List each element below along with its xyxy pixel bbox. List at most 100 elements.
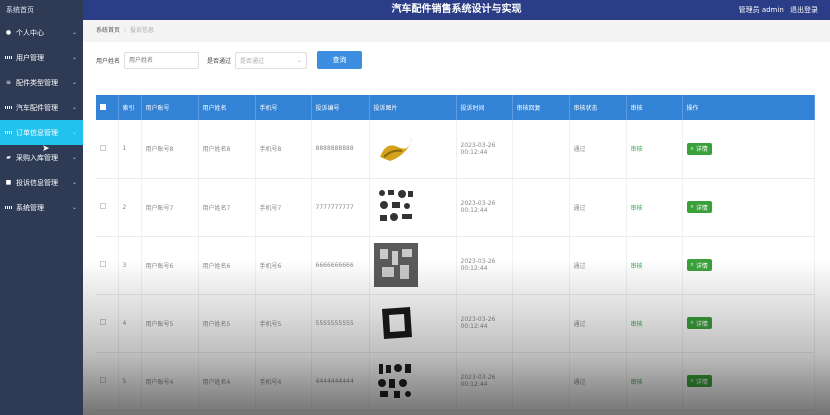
detail-button-label: 详情 <box>695 320 708 328</box>
audit-link[interactable]: 审核 <box>631 379 643 386</box>
column-header[interactable]: 审核状态 <box>569 95 627 120</box>
logout-link[interactable]: 退出登录 <box>790 6 818 14</box>
column-header[interactable]: 投诉图片 <box>369 95 457 120</box>
row-select-cell <box>96 178 119 237</box>
audit-select-placeholder: 是否通过 <box>240 57 265 65</box>
audit-reply-cell <box>512 352 570 411</box>
sidebar-item-personal[interactable]: ● 个人中心 ⌄ <box>0 20 83 45</box>
detail-button[interactable]: ⌕ 详情 <box>686 259 712 271</box>
column-header[interactable]: 索引 <box>118 95 142 120</box>
search-icon: ⌕ <box>690 144 694 152</box>
column-header[interactable]: 用户账号 <box>141 95 199 120</box>
index-cell: 4 <box>118 294 142 353</box>
grid-icon <box>5 104 12 111</box>
sidebar-item-label: 配件类型管理 <box>16 78 58 87</box>
select-all-checkbox[interactable] <box>100 103 106 110</box>
row-checkbox[interactable] <box>100 261 106 267</box>
table-header-row: 索引 用户账号 用户姓名 手机号 投诉编号 投诉图片 投诉时间 审核回复 审核状… <box>96 95 815 120</box>
sidebar-item-label: 系统管理 <box>16 203 44 212</box>
sidebar-home[interactable]: 系统首页 <box>0 0 83 20</box>
sidebar-item-orders[interactable]: 订单信息管理 ⌄ <box>0 120 83 145</box>
detail-button[interactable]: ⌕ 详情 <box>686 375 712 387</box>
name-cell: 用户姓名7 <box>198 178 256 237</box>
complaint-image[interactable] <box>373 359 456 403</box>
row-checkbox[interactable] <box>100 203 106 209</box>
account-cell: 用户账号7 <box>141 178 199 237</box>
complaint-time-cell: 2023-03-26 00:12:44 <box>456 120 513 179</box>
sidebar-item-system[interactable]: 系统管理 ⌄ <box>0 195 83 220</box>
row-checkbox[interactable] <box>100 144 106 151</box>
sidebar-item-label: 投诉信息管理 <box>16 178 58 187</box>
sidebar-item-part-types[interactable]: ≡ 配件类型管理 ⌄ <box>0 70 83 95</box>
table-row: 5 用户账号4 用户姓名4 手机号4 4444444444 2023-03-26 00:1… <box>96 352 815 411</box>
complaint-image-cell <box>369 294 457 353</box>
name-cell: 用户姓名8 <box>198 120 256 179</box>
column-header[interactable]: 审核回复 <box>512 95 570 120</box>
table-row: 3 用户账号6 用户姓名6 手机号6 6666666666 2023-03-26 00:1… <box>96 236 815 295</box>
detail-button[interactable]: ⌕ 详情 <box>686 142 712 155</box>
sidebar-item-label: 订单信息管理 <box>16 128 58 137</box>
complaint-image[interactable] <box>373 126 456 171</box>
user-name-label: 用户姓名 <box>96 57 121 65</box>
audit-link[interactable]: 审核 <box>631 263 643 270</box>
audit-reply-cell <box>512 294 570 353</box>
column-header[interactable]: 用户姓名 <box>198 95 256 120</box>
chevron-down-icon: ⌄ <box>297 56 303 64</box>
app-title: 汽车配件销售系统设计与实现 <box>391 4 522 15</box>
breadcrumb-home[interactable]: 系统首页 <box>96 27 120 34</box>
detail-button[interactable]: ⌕ 详情 <box>686 201 712 213</box>
complaint-image-cell <box>369 236 457 295</box>
column-header[interactable]: 投诉时间 <box>456 95 513 120</box>
table-row: 1 用户账号8 用户姓名8 手机号8 8888888888 2023-03-26 00:1… <box>96 120 815 179</box>
index-cell: 3 <box>118 236 142 295</box>
user-name-input[interactable] <box>124 51 200 69</box>
detail-button[interactable]: ⌕ 详情 <box>686 317 712 329</box>
audit-select[interactable]: 是否通过 ⌄ <box>235 51 308 69</box>
complaint-table: 索引 用户账号 用户姓名 手机号 投诉编号 投诉图片 投诉时间 审核回复 审核状… <box>96 95 815 411</box>
complaint-code-cell: 6666666666 <box>311 236 370 295</box>
phone-cell: 手机号8 <box>255 120 312 179</box>
column-header[interactable]: 投诉编号 <box>311 95 370 120</box>
audit-link[interactable]: 审核 <box>631 205 643 212</box>
action-cell: ⌕ 详情 <box>682 178 815 237</box>
sidebar-item-label: 用户管理 <box>16 53 44 62</box>
header-user-area: 管理员 admin 退出登录 <box>735 0 818 20</box>
row-checkbox[interactable] <box>100 377 106 383</box>
column-header[interactable]: 手机号 <box>255 95 312 120</box>
audit-link[interactable]: 审核 <box>631 321 643 328</box>
complaint-image[interactable] <box>373 301 456 345</box>
chevron-down-icon: ⌄ <box>71 104 77 111</box>
detail-button-label: 详情 <box>695 262 708 270</box>
complaint-code-cell: 5555555555 <box>311 294 370 353</box>
detail-button-label: 详情 <box>695 146 708 154</box>
column-header[interactable]: 操作 <box>682 95 815 120</box>
account-cell: 用户账号8 <box>141 120 199 179</box>
audit-reply-cell <box>512 236 570 295</box>
detail-button-label: 详情 <box>695 378 708 386</box>
sidebar-item-complaints[interactable]: ■ 投诉信息管理 ⌄ <box>0 170 83 195</box>
complaint-code-cell: 8888888888 <box>311 120 370 179</box>
complaint-image[interactable] <box>373 243 456 287</box>
audit-label: 是否通过 <box>207 57 232 65</box>
row-select-cell <box>96 120 119 179</box>
grid-icon <box>5 54 12 61</box>
audit-link[interactable]: 审核 <box>631 146 643 153</box>
column-header[interactable]: 审核 <box>626 95 683 120</box>
complaint-image-cell <box>369 178 457 237</box>
index-cell: 2 <box>118 178 142 237</box>
account-cell: 用户账号5 <box>141 294 199 353</box>
audit-cell: 审核 <box>626 178 683 237</box>
select-all-cell <box>96 95 119 120</box>
row-checkbox[interactable] <box>100 319 106 325</box>
account-cell: 用户账号4 <box>141 352 199 411</box>
chevron-down-icon: ⌄ <box>71 54 77 61</box>
breadcrumb: 系统首页 / 投诉信息 <box>83 20 830 42</box>
sidebar-item-car-parts[interactable]: 汽车配件管理 ⌄ <box>0 95 83 120</box>
query-button[interactable]: 查询 <box>317 51 363 69</box>
complaint-image[interactable] <box>373 185 456 229</box>
audit-cell: 审核 <box>626 120 683 179</box>
search-icon: ⌕ <box>690 377 694 384</box>
list-icon: ≡ <box>5 79 12 86</box>
name-cell: 用户姓名5 <box>198 294 256 353</box>
sidebar-item-users[interactable]: 用户管理 ⌄ <box>0 45 83 70</box>
